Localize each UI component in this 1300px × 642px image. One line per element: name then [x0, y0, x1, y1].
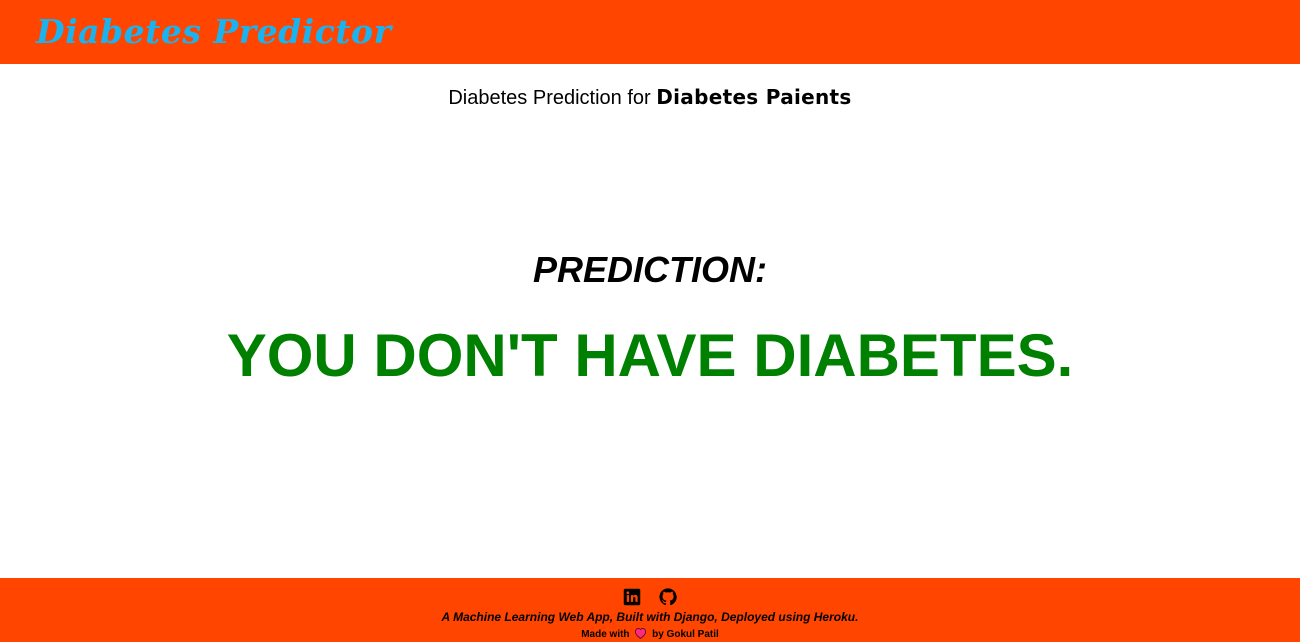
prediction-result: YOU DON'T HAVE DIABETES. [226, 322, 1074, 389]
top-navbar: Diabetes Predictor [0, 0, 1300, 64]
prediction-label: PREDICTION: [533, 249, 767, 290]
footer-tagline: A Machine Learning Web App, Built with D… [441, 610, 859, 624]
heart-icon [634, 627, 647, 639]
linkedin-icon [623, 588, 641, 606]
subtitle-prefix: Diabetes Prediction for [448, 87, 651, 109]
footer-credit: Made with by Gokul Patil [0, 627, 1300, 641]
credit-prefix: Made with [581, 629, 630, 640]
github-link[interactable] [659, 588, 677, 606]
linkedin-link[interactable] [623, 588, 641, 606]
page-subtitle: Diabetes Prediction for Diabetes Paients [0, 84, 1300, 111]
brand-logo-link[interactable]: Diabetes Predictor [36, 10, 391, 54]
footer: A Machine Learning Web App, Built with D… [0, 578, 1300, 642]
social-links [0, 588, 1300, 606]
github-icon [659, 588, 677, 606]
subtitle-emphasis: Diabetes Paients [656, 85, 852, 109]
credit-suffix: by Gokul Patil [652, 629, 719, 640]
